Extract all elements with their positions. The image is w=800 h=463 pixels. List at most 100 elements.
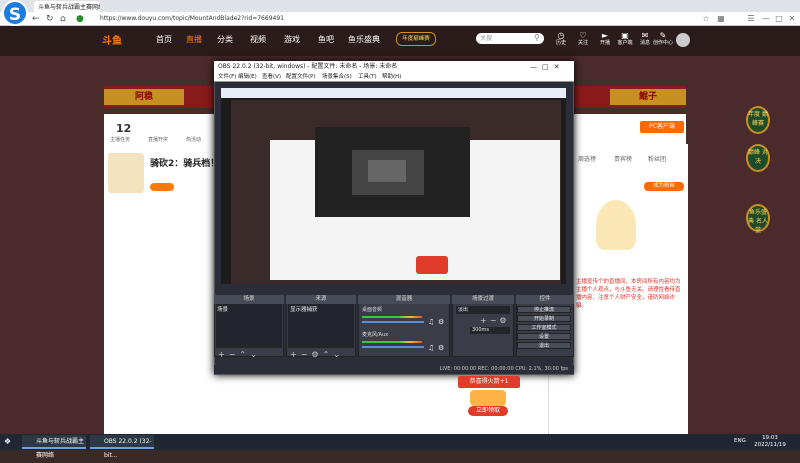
mic-volume-slider[interactable]	[362, 346, 424, 348]
menu-tools[interactable]: 工具(T)	[358, 73, 377, 82]
site-logo[interactable]: 斗鱼	[102, 32, 122, 47]
mixer-mic-label: 麦克风/Aux	[362, 332, 389, 338]
scene-item[interactable]: 场景	[217, 305, 228, 313]
dock-scenes-header: 场景	[214, 295, 284, 304]
source-controls[interactable]: +−⚙⌃⌄	[290, 350, 344, 359]
dock-sources-header: 来源	[286, 295, 356, 304]
stat-label: 热活动	[186, 137, 202, 143]
start-recording-button[interactable]: 开始录制	[517, 315, 571, 322]
maximize-icon[interactable]: □	[773, 12, 785, 25]
refresh-icon[interactable]: ↻	[46, 13, 54, 25]
menu-edit[interactable]: 编辑(E)	[238, 73, 257, 82]
mascot-image	[596, 200, 636, 250]
transition-controls[interactable]: +−⚙	[480, 316, 510, 325]
mic-icon[interactable]: ♫	[428, 344, 434, 352]
side-badge-duel[interactable]: 巅峰 对决	[746, 144, 770, 172]
obs-window-controls[interactable]: —□✕	[530, 61, 572, 73]
stat-label: 主播任务	[110, 137, 131, 143]
clock-date: 2022/11/19	[754, 442, 786, 448]
secure-lock-icon: ●	[76, 14, 84, 24]
preview-browser-bar	[221, 88, 566, 98]
room-tag[interactable]	[150, 183, 174, 191]
chat-notice: 主播宣传个的直播间，本房间所有内容均为主播个人观点，与斗鱼无关。请理性看待直播内…	[576, 279, 681, 309]
follow-icon[interactable]: ♡ 关注	[572, 31, 594, 46]
banner-left-team: 阿稳	[104, 89, 184, 105]
desktop-volume-slider[interactable]	[362, 321, 424, 323]
ad-label: 广告	[436, 415, 447, 421]
speaker-icon[interactable]: ♫	[428, 318, 434, 326]
browser-tab[interactable]: 斗鱼与斩兵战霸主赛网络	[34, 1, 100, 12]
obs-title-bar: OBS 22.0.2 (32-bit, windows) - 配置文件: 未命名…	[214, 61, 574, 73]
nav-live[interactable]: 直播	[186, 34, 202, 45]
tab-vip[interactable]: 贵宾榜	[614, 154, 632, 163]
stop-streaming-button[interactable]: 停止推流	[517, 306, 571, 313]
windows-start-icon[interactable]: ❖	[4, 437, 11, 446]
side-badge-annual[interactable]: 年度 巅峰赛	[746, 106, 770, 134]
client-icon[interactable]: ▣ 客户端	[614, 31, 636, 46]
pc-client-button[interactable]: PC客户端	[640, 121, 684, 133]
gear-icon[interactable]: ⚙	[438, 318, 444, 326]
stat-label: 直播开奖	[148, 137, 169, 143]
duration-field[interactable]: 300ms	[470, 327, 510, 334]
reward-banner: 恭喜得火箭+1	[458, 376, 520, 388]
menu-profile[interactable]: 配置文件(P)	[286, 73, 316, 82]
exit-button[interactable]: 退出	[517, 342, 571, 349]
nav-video[interactable]: 视频	[250, 34, 266, 45]
star-icon[interactable]: ☆	[700, 12, 712, 25]
language-indicator[interactable]: ENG	[734, 438, 746, 444]
url-field[interactable]: https://www.douyu.com/topic/MountAndBlad…	[100, 14, 610, 24]
search-icon[interactable]: ⚲	[534, 33, 540, 42]
join-fans-button[interactable]: 成为粉丝	[644, 182, 684, 191]
menu-icon[interactable]: ☰	[745, 12, 757, 25]
task-count: 12	[116, 122, 132, 135]
source-item[interactable]: 显示器捕获	[290, 305, 318, 313]
promo-badge[interactable]: 年度巅峰赛	[396, 32, 436, 46]
menu-view[interactable]: 查看(V)	[262, 73, 281, 82]
mixer-desktop-label: 桌面音频	[362, 307, 383, 313]
side-badge-hall[interactable]: 鱼乐盛典 名人堂	[746, 204, 770, 234]
room-title: 骑砍2：骑兵档！	[150, 159, 220, 169]
settings-button[interactable]: 设置	[517, 333, 571, 340]
streamer-avatar[interactable]	[108, 153, 144, 193]
clock-time: 19:03	[762, 435, 778, 441]
dock-mixer-header: 混音器	[358, 295, 450, 304]
creator-icon[interactable]: ✎ 创作中心	[652, 31, 674, 46]
nav-games[interactable]: 游戏	[284, 34, 300, 45]
browser-tab-strip	[0, 0, 800, 12]
minimize-icon[interactable]: —	[760, 12, 772, 25]
broadcast-icon[interactable]: ► 开播	[594, 31, 616, 46]
menu-file[interactable]: 文件(F)	[218, 73, 236, 82]
home-icon[interactable]: ⌂	[60, 13, 66, 25]
nav-home[interactable]: 首页	[156, 34, 172, 45]
dock-transitions	[452, 295, 514, 357]
dock-controls-header: 控件	[516, 295, 574, 304]
history-icon[interactable]: ◷ 历史	[550, 31, 572, 46]
banner-right-team: 鲲子	[610, 89, 686, 105]
system-clock[interactable]: 19:03 2022/11/19	[752, 435, 788, 449]
back-icon[interactable]: ←	[32, 13, 40, 25]
nav-category[interactable]: 分类	[217, 34, 233, 45]
menu-scene-collection[interactable]: 场景集合(S)	[322, 73, 352, 82]
tab-weekly[interactable]: 周选榜	[578, 154, 596, 163]
preview-nested-obs-3	[368, 160, 406, 182]
transition-select[interactable]: 淡出	[456, 306, 510, 314]
preview-reward	[416, 256, 448, 274]
scene-controls[interactable]: +−⌃⌄	[218, 350, 261, 359]
dock-transitions-header: 场景过渡	[452, 295, 514, 304]
menu-help[interactable]: 帮助(H)	[382, 73, 401, 82]
extension-icon[interactable]: ▦	[715, 12, 727, 25]
claim-reward-button[interactable]: 立即领取	[468, 406, 508, 416]
mic-meter	[362, 341, 422, 343]
avatar[interactable]	[676, 33, 690, 47]
nav-yuba[interactable]: 鱼吧	[318, 34, 334, 45]
taskbar-app-obs[interactable]: OBS 22.0.2 (32-bit...	[90, 435, 154, 459]
taskbar-app-browser[interactable]: 斗鱼与斩兵战霸主赛网络	[22, 435, 86, 459]
reward-chest	[470, 390, 506, 406]
close-icon[interactable]: ✕	[786, 12, 798, 25]
browser-logo: S	[2, 0, 28, 26]
tab-fans[interactable]: 粉丝团	[648, 154, 666, 163]
nav-festival[interactable]: 鱼乐盛典	[348, 34, 380, 45]
gear-icon[interactable]: ⚙	[438, 344, 444, 352]
desktop-meter	[362, 316, 422, 318]
studio-mode-button[interactable]: 工作室模式	[517, 324, 571, 331]
